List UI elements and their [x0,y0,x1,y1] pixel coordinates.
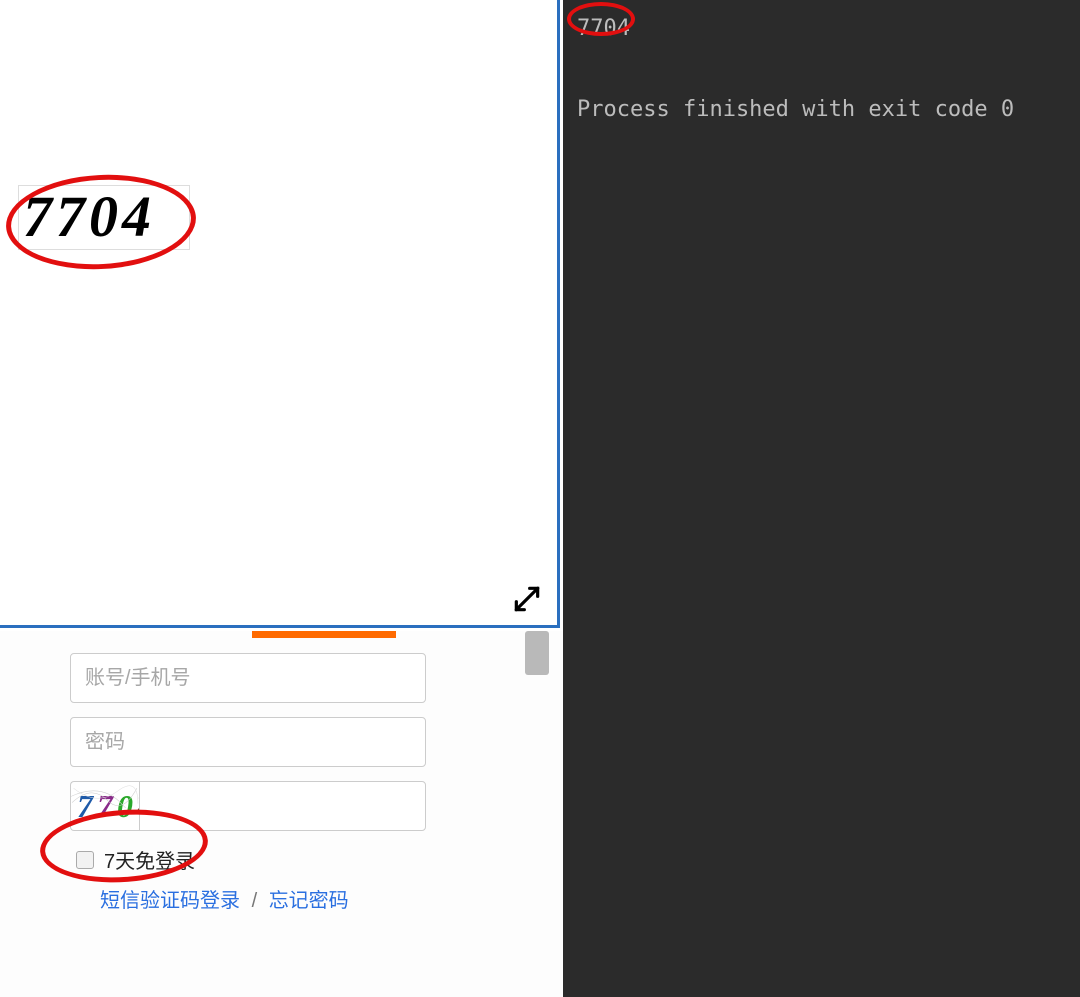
remember-checkbox[interactable] [76,851,94,869]
console-output-line: 7704 [577,12,1066,45]
captcha-row: 7 7 0 4 [70,781,426,831]
login-links: 短信验证码登录 / 忘记密码 [100,884,426,913]
active-tab-indicator [252,631,396,638]
captcha-input[interactable] [139,781,426,831]
captcha-digit-4: 4 [137,788,139,825]
captcha-digit-2: 7 [97,788,117,825]
sms-login-link[interactable]: 短信验证码登录 [100,890,240,912]
captcha-large-text: 7704 [19,186,189,248]
captcha-digit-1: 7 [77,788,97,825]
captcha-image-small[interactable]: 7 7 0 4 [70,781,139,831]
resize-handle-icon[interactable] [511,583,543,615]
captcha-preview-panel: 7704 [0,0,560,628]
console-exit-line: Process finished with exit code 0 [577,93,1066,126]
console-panel: 7704 Process finished with exit code 0 [563,0,1080,997]
captcha-image-large: 7704 [18,185,190,250]
password-input[interactable] [70,717,426,767]
login-form: 7 7 0 4 7天免登录 短信验证码登录 / 忘记密码 [70,653,426,913]
scrollbar-thumb[interactable] [525,631,549,675]
username-input[interactable] [70,653,426,703]
captcha-digit-3: 0 [117,788,137,825]
forgot-password-link[interactable]: 忘记密码 [269,890,349,912]
remember-row: 7天免登录 [76,845,426,874]
link-separator: / [252,890,258,912]
remember-label: 7天免登录 [104,845,195,874]
login-panel: 7 7 0 4 7天免登录 短信验证码登录 / 忘记密码 [0,631,563,997]
